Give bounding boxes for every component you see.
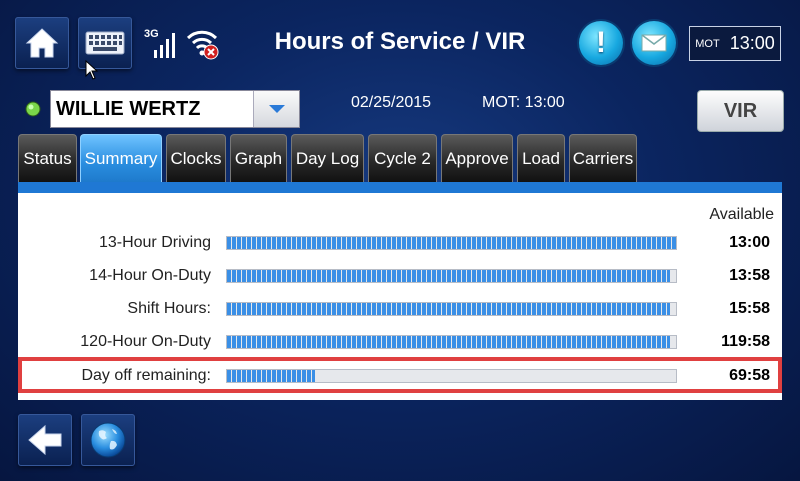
row-value-14-hour-on-duty: 13:58: [729, 267, 770, 284]
status-light-icon: [25, 101, 41, 117]
page-title: Hours of Service / VIR: [274, 28, 526, 55]
globe-icon: [90, 422, 126, 458]
progress-bar-14-hour-on-duty: [226, 269, 677, 283]
tab-cycle-2[interactable]: Cycle 2: [368, 134, 437, 182]
chevron-down-icon: [268, 105, 285, 113]
signal-bars-icon: [154, 33, 175, 58]
progress-fill: [227, 303, 671, 315]
progress-bar-shift-hours: [226, 302, 677, 316]
exclamation-icon: !: [596, 26, 606, 59]
back-button[interactable]: [18, 414, 72, 466]
mouse-cursor-icon: [85, 60, 99, 80]
driver-name: WILLIE WERTZ: [56, 98, 201, 120]
envelope-icon: [641, 34, 667, 52]
available-header: Available: [709, 206, 774, 223]
tab-approve[interactable]: Approve: [441, 134, 513, 182]
tab-status[interactable]: Status: [18, 134, 77, 182]
vir-button[interactable]: VIR: [697, 90, 784, 132]
row-label-13-hour-driving: 13-Hour Driving: [98, 234, 211, 251]
row-value-13-hour-driving: 13:00: [729, 234, 770, 251]
driver-select[interactable]: WILLIE WERTZ: [50, 90, 300, 128]
progress-fill: [227, 237, 676, 249]
tab-day-log[interactable]: Day Log: [291, 134, 364, 182]
network-signal-indicator: 3G: [144, 28, 178, 60]
home-icon: [25, 28, 59, 58]
row-label-shift-hours: Shift Hours:: [127, 300, 211, 317]
messages-button[interactable]: [632, 21, 676, 65]
highlight-box: [18, 357, 782, 393]
row-label-14-hour-on-duty: 14-Hour On-Duty: [89, 267, 211, 284]
tab-clocks[interactable]: Clocks: [166, 134, 226, 182]
tab-graph[interactable]: Graph: [230, 134, 287, 182]
globe-button[interactable]: [81, 414, 135, 466]
panel-header-bar: [18, 182, 782, 193]
arrow-left-icon: [28, 424, 62, 456]
clock-display: MOT 13:00: [689, 26, 781, 61]
tab-load[interactable]: Load: [517, 134, 565, 182]
mot-time: MOT: 13:00: [482, 94, 565, 111]
driver-dropdown-button[interactable]: [253, 91, 299, 127]
progress-bar-120-hour-on-duty: [226, 335, 677, 349]
progress-fill: [227, 336, 671, 348]
keyboard-icon: [85, 31, 125, 55]
row-label-120-hour-on-duty: 120-Hour On-Duty: [80, 333, 211, 350]
clock-zone-label: MOT: [695, 37, 720, 50]
tab-carriers[interactable]: Carriers: [569, 134, 637, 182]
log-date: 02/25/2015: [351, 94, 432, 111]
progress-bar-13-hour-driving: [226, 236, 677, 250]
alerts-button[interactable]: !: [579, 21, 623, 65]
row-value-shift-hours: 15:58: [729, 300, 770, 317]
row-value-120-hour-on-duty: 119:58: [721, 333, 770, 350]
tab-summary[interactable]: Summary: [80, 134, 162, 182]
home-button[interactable]: [15, 17, 69, 69]
wifi-disconnected-icon: [186, 30, 219, 60]
clock-time: 13:00: [729, 33, 775, 53]
progress-fill: [227, 270, 671, 282]
